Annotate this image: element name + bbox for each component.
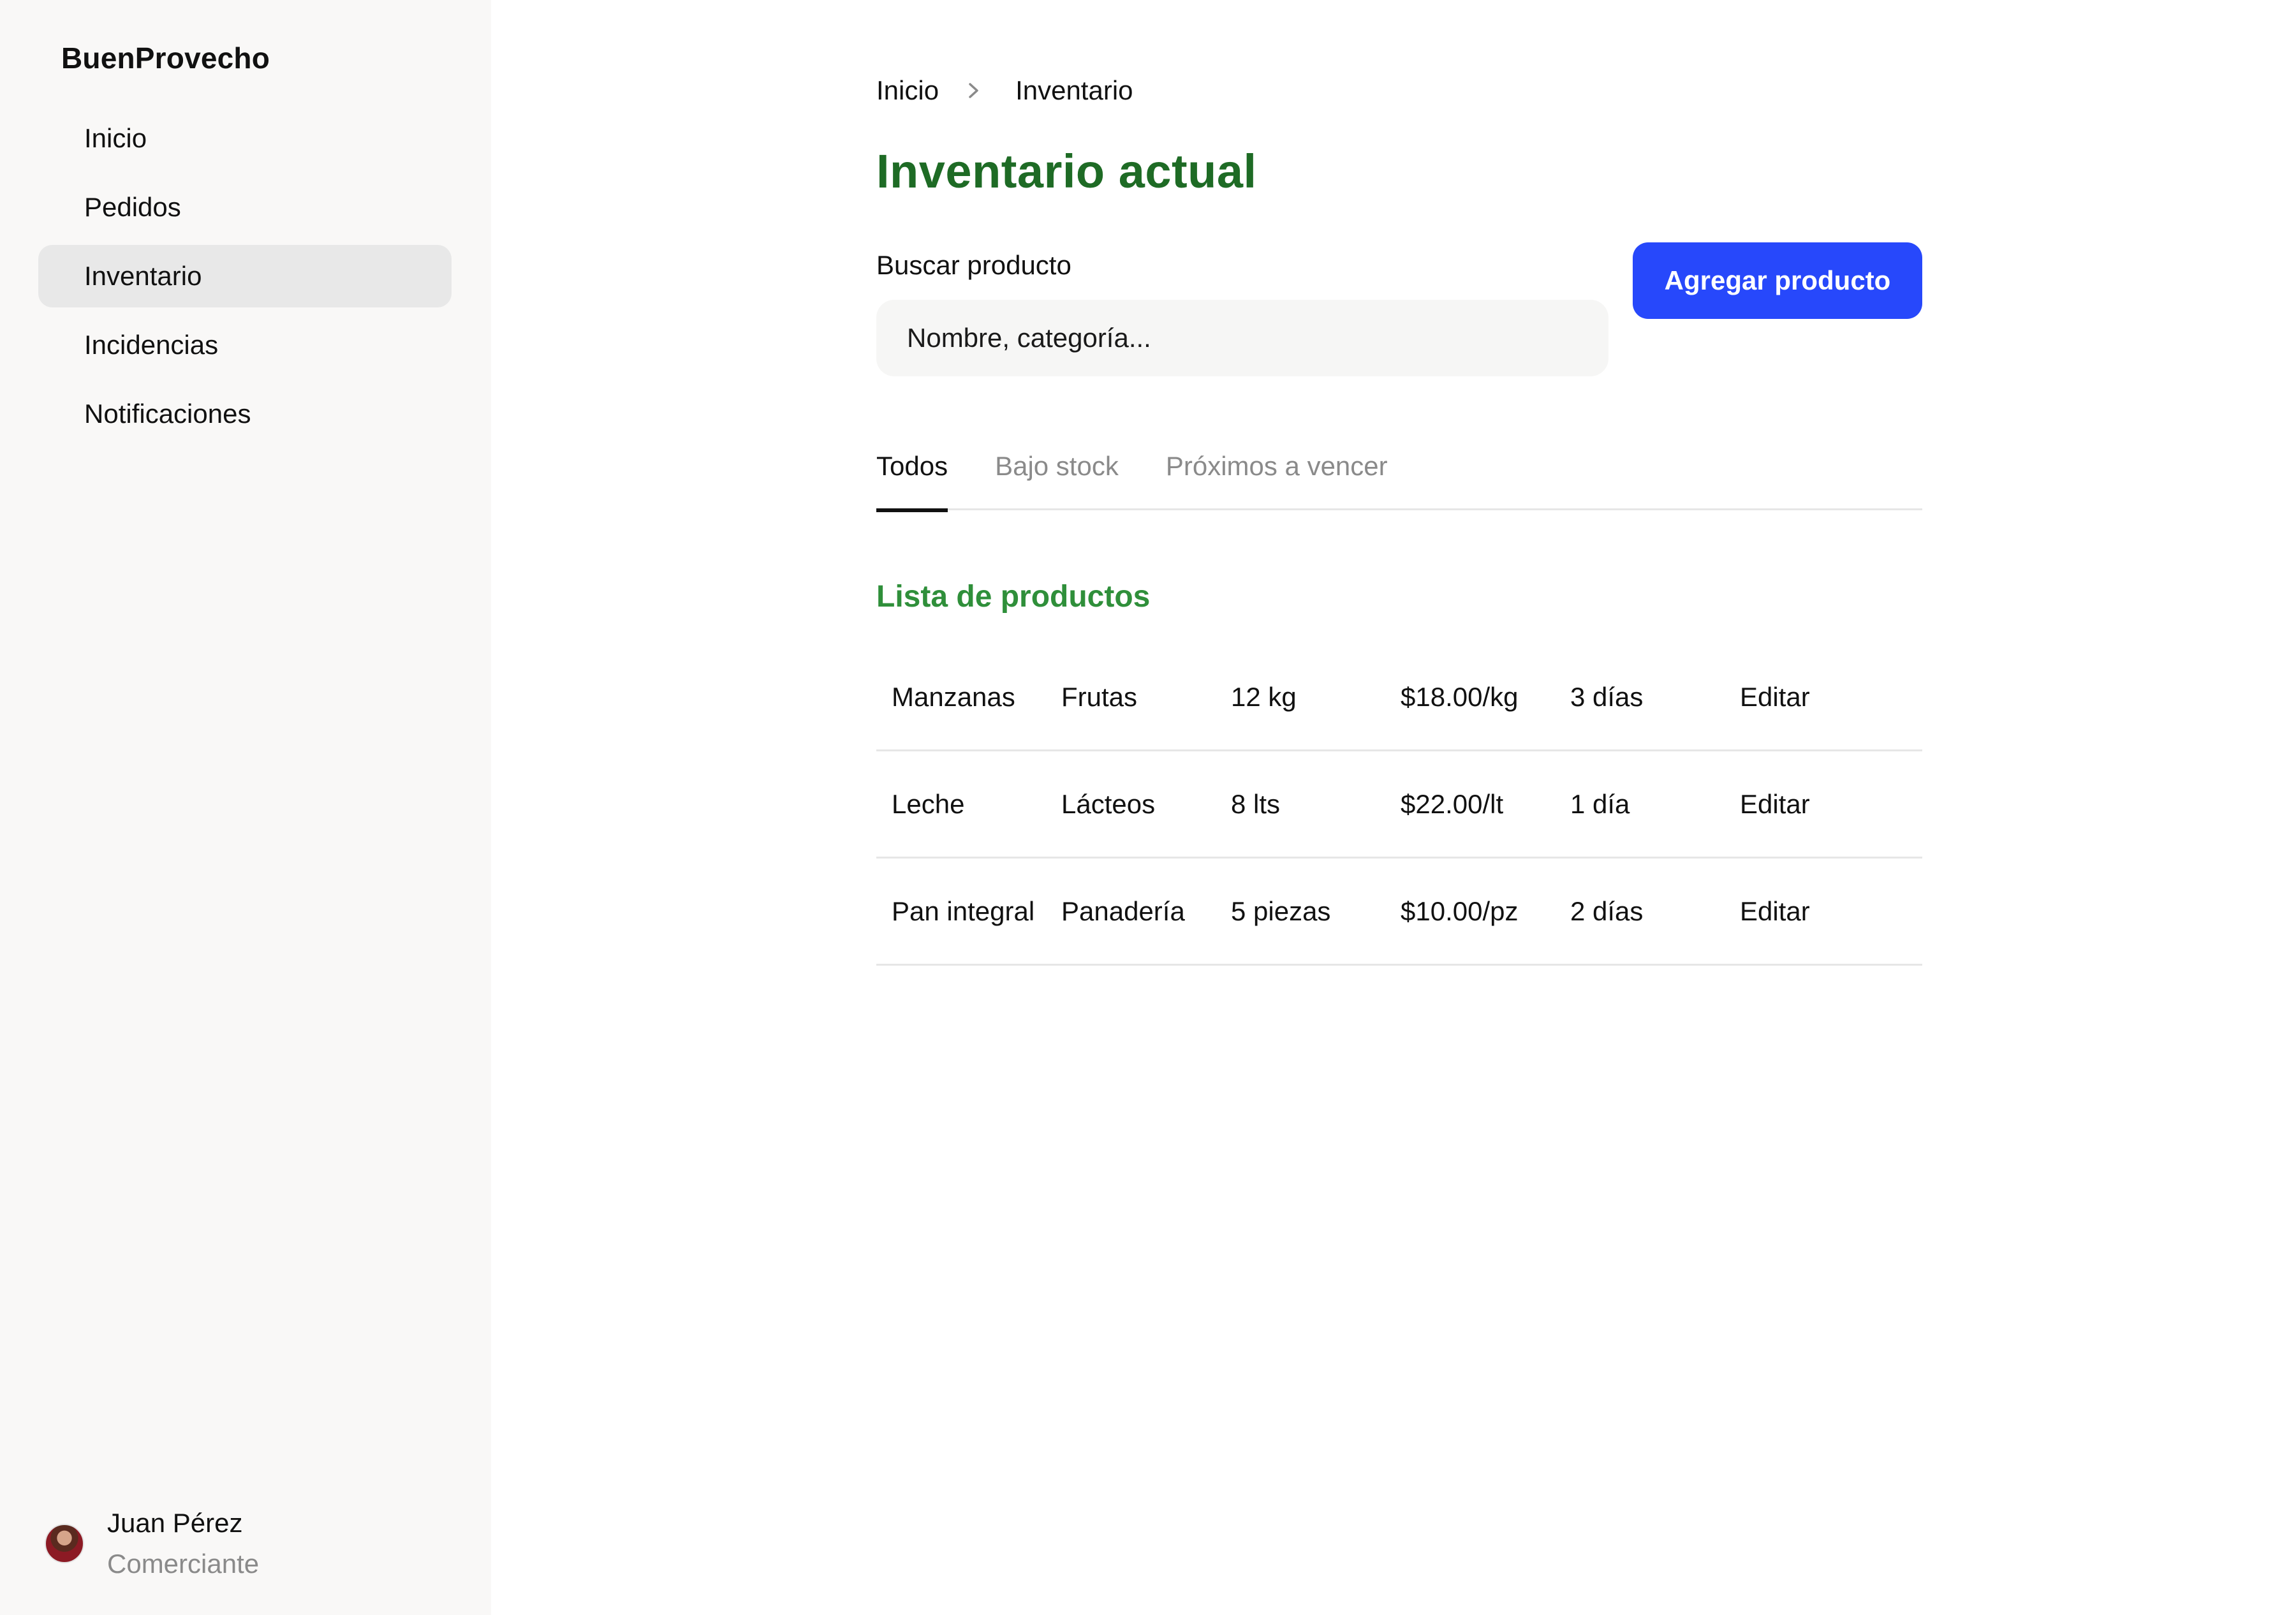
sidebar-item-inventario[interactable]: Inventario: [38, 245, 452, 307]
tab-todos[interactable]: Todos: [876, 446, 948, 512]
sidebar-item-pedidos[interactable]: Pedidos: [38, 176, 452, 239]
table-row: Pan integral Panadería 5 piezas $10.00/p…: [876, 859, 1922, 966]
product-price: $22.00/lt: [1401, 788, 1504, 819]
edit-button[interactable]: Editar: [1740, 682, 1910, 712]
product-name: Leche: [892, 788, 965, 819]
product-category: Lácteos: [1061, 788, 1156, 819]
edit-button[interactable]: Editar: [1740, 789, 1910, 820]
product-expires: 2 días: [1570, 896, 1644, 926]
user-profile[interactable]: Juan Pérez Comerciante: [45, 1499, 259, 1588]
table-row: Leche Lácteos 8 lts $22.00/lt 1 día Edit…: [876, 751, 1922, 859]
product-quantity: 12 kg: [1231, 681, 1297, 712]
product-name: Pan integral: [892, 896, 1035, 926]
add-product-button[interactable]: Agregar producto: [1633, 242, 1922, 319]
sidebar-item-inicio[interactable]: Inicio: [38, 107, 452, 170]
edit-button[interactable]: Editar: [1740, 896, 1910, 927]
sidebar-item-incidencias[interactable]: Incidencias: [38, 314, 452, 376]
user-info: Juan Pérez Comerciante: [107, 1503, 259, 1584]
tab-proximos-a-vencer[interactable]: Próximos a vencer: [1166, 446, 1388, 510]
breadcrumb: Inicio Inventario: [876, 75, 1133, 106]
breadcrumb-home[interactable]: Inicio: [876, 75, 939, 106]
products-table: Manzanas Frutas 12 kg $18.00/kg 3 días E…: [876, 644, 1922, 966]
product-price: $18.00/kg: [1401, 681, 1519, 712]
product-expires: 3 días: [1570, 681, 1644, 712]
sidebar-item-notificaciones[interactable]: Notificaciones: [38, 383, 452, 445]
product-quantity: 8 lts: [1231, 788, 1281, 819]
user-role: Comerciante: [107, 1549, 260, 1579]
search-input[interactable]: [907, 323, 1608, 353]
product-expires: 1 día: [1570, 788, 1630, 819]
sidebar-nav: Inicio Pedidos Inventario Incidencias No…: [38, 107, 452, 452]
brand-name: BuenProvecho: [61, 41, 270, 75]
tabs: Todos Bajo stock Próximos a vencer: [876, 446, 1922, 512]
app-root: BuenProvecho Inicio Pedidos Inventario I…: [0, 0, 2296, 1615]
product-category: Frutas: [1061, 681, 1138, 712]
product-price: $10.00/pz: [1401, 896, 1519, 926]
page-title: Inventario actual: [876, 145, 1257, 198]
table-row: Manzanas Frutas 12 kg $18.00/kg 3 días E…: [876, 644, 1922, 751]
avatar: [45, 1524, 84, 1563]
product-name: Manzanas: [892, 681, 1015, 712]
user-name: Juan Pérez: [107, 1508, 243, 1538]
search-box[interactable]: [876, 300, 1608, 376]
product-category: Panadería: [1061, 896, 1185, 926]
section-title: Lista de productos: [876, 580, 1151, 614]
chevron-right-icon: [966, 80, 982, 101]
sidebar: BuenProvecho Inicio Pedidos Inventario I…: [0, 0, 491, 1615]
search-label: Buscar producto: [876, 250, 1071, 280]
tab-bajo-stock[interactable]: Bajo stock: [995, 446, 1119, 510]
breadcrumb-current: Inventario: [1015, 75, 1133, 105]
product-quantity: 5 piezas: [1231, 896, 1331, 926]
